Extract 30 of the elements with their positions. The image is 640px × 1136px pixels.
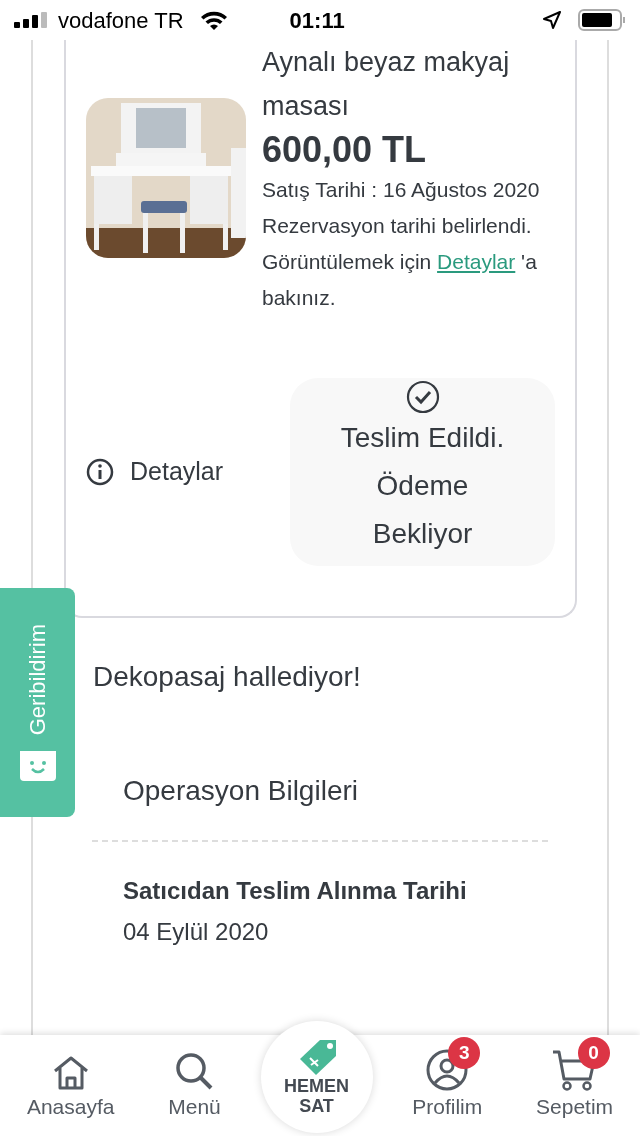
- count-badge: 0: [577, 1037, 610, 1069]
- status-text: Teslim Edildi.: [339, 421, 506, 455]
- product-price: 600,00 TL: [262, 128, 428, 172]
- details-button[interactable]: Detaylar: [86, 453, 224, 491]
- sell-button[interactable]: HEMEN SAT: [260, 1021, 373, 1133]
- section-title: Operasyon Bilgileri: [123, 774, 359, 808]
- location-arrow-icon: [542, 10, 562, 30]
- status-text: Bekliyor: [371, 517, 474, 551]
- sale-date: Satış Tarihi : 16 Ağustos 2020: [262, 177, 541, 203]
- product-title: Aynalı beyaz makyaj masası: [262, 46, 511, 123]
- carrier-name: vodafone TR: [58, 6, 184, 35]
- count-badge: 3: [448, 1037, 481, 1069]
- details-link[interactable]: Detaylar: [437, 250, 516, 273]
- check-circle-icon: [405, 380, 440, 414]
- status-text: Ödeme: [375, 469, 470, 503]
- info-icon: [86, 458, 114, 486]
- field-value: 04 Eylül 2020: [123, 917, 270, 947]
- wifi-icon: [199, 10, 228, 30]
- search-icon: [174, 1051, 215, 1091]
- battery-icon: [578, 9, 626, 31]
- smiley-chat-icon: [19, 751, 56, 782]
- signal-icon: [14, 12, 50, 28]
- handler-text: Dekopasaj hallediyor!: [93, 660, 362, 694]
- reservation-notice: Rezervasyon tarihi belirlendi. Görüntülemek için Detaylar 'a bakınız.: [262, 213, 538, 311]
- nav-tab[interactable]: Anasayfa: [12, 1035, 129, 1123]
- nav-tab[interactable]: 0 Sepetim: [522, 1035, 628, 1123]
- clock-time: 01:11: [289, 6, 345, 35]
- nav-tab[interactable]: 3 Profilim: [398, 1035, 497, 1123]
- nav-tab[interactable]: Menü: [154, 1035, 235, 1123]
- field-label: Satıcıdan Teslim Alınma Tarihi: [123, 876, 468, 906]
